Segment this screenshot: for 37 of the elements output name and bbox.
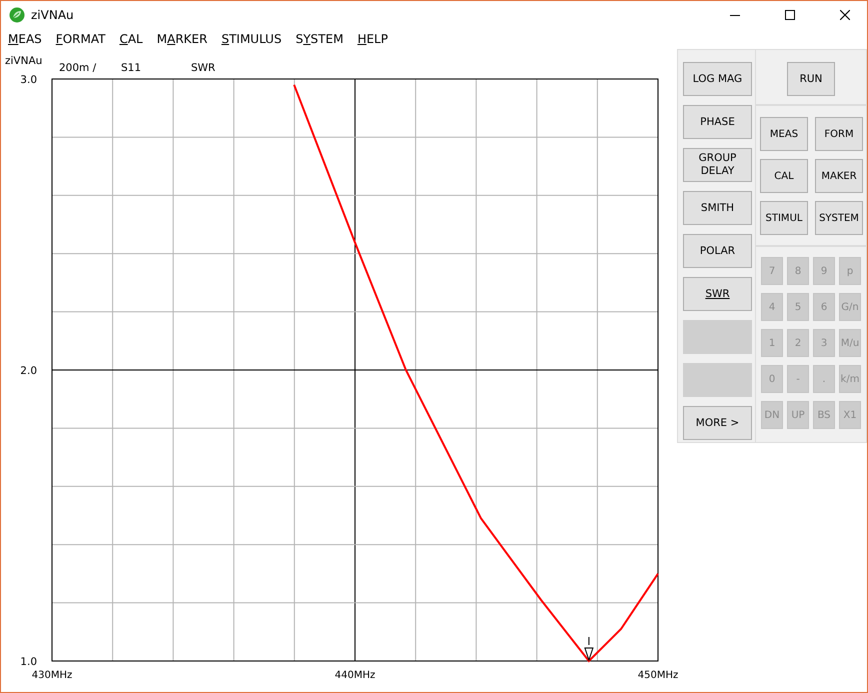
x-tick-label: 430MHz [32,670,72,681]
format-button[interactable]: PHASE [683,105,752,139]
format-button[interactable]: GROUP DELAY [683,148,752,182]
menu-button[interactable]: STIMUL [760,201,808,235]
y-tick-label: 2.0 [20,365,37,377]
app-logo-icon [9,7,25,24]
menu-item[interactable]: MEAS [8,32,42,46]
menu-item[interactable]: SYSTEM [296,32,344,46]
scale-label: 200m / [59,62,96,74]
minimize-icon[interactable] [730,14,740,16]
y-tick-label: 3.0 [20,74,37,86]
menu-button[interactable]: MAKER [815,159,863,193]
app-label: ziVNAu [5,55,42,67]
format-button[interactable]: SWR [683,277,752,311]
format-button[interactable]: SMITH [683,191,752,225]
window-title: ziVNAu [31,8,74,22]
x-tick-label: 450MHz [638,670,678,681]
parameter-label: S11 [121,62,142,74]
menu-button[interactable]: MEAS [760,117,808,151]
menu-item[interactable]: CAL [119,32,143,46]
format-label: SWR [191,62,216,74]
menu-button[interactable]: FORM [815,117,863,151]
menu-item[interactable]: MARKER [156,32,208,46]
menu-item[interactable]: HELP [357,32,388,46]
menu-button[interactable]: SYSTEM [815,201,863,235]
marker-icon[interactable] [584,636,594,662]
format-button[interactable]: MORE > [683,406,752,440]
menu-item[interactable]: FORMAT [56,32,106,46]
x-tick-label: 440MHz [334,670,376,681]
menu-item[interactable]: STIMULUS [221,32,282,46]
close-icon[interactable] [840,10,850,20]
y-tick-label: 1.0 [20,656,37,668]
format-button[interactable]: POLAR [683,234,752,268]
menu-button[interactable]: CAL [760,159,808,193]
run-button[interactable]: RUN [787,62,835,96]
maximize-icon[interactable] [785,10,795,20]
format-button[interactable]: LOG MAG [683,62,752,96]
